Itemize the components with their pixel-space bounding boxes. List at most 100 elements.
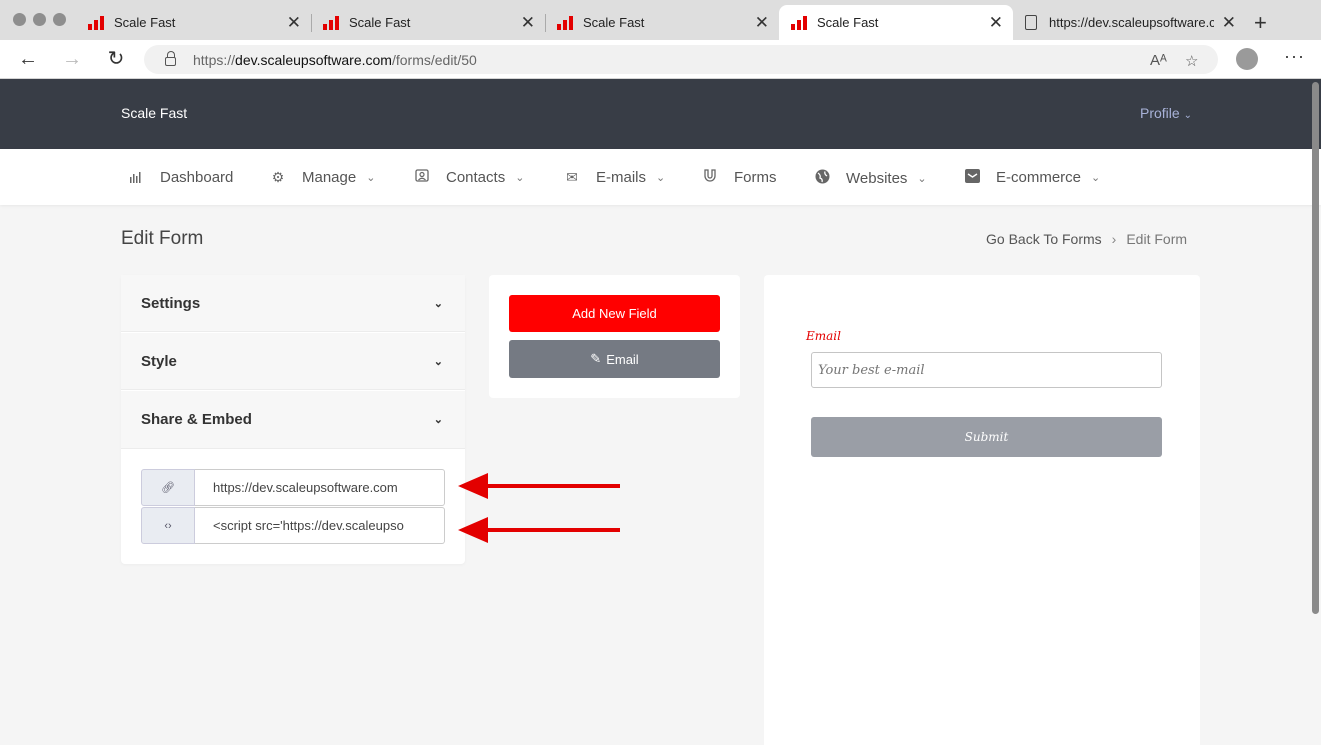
tab-title: Scale Fast — [817, 15, 879, 30]
profile-menu[interactable]: Profile ⌄ — [1140, 105, 1192, 121]
accordion-title: Settings — [141, 294, 201, 312]
nav-label: Forms — [734, 169, 777, 186]
breadcrumb-separator-icon: › — [1111, 231, 1117, 247]
breadcrumb-current: Edit Form — [1126, 231, 1188, 247]
app-header: Scale Fast Profile ⌄ — [0, 79, 1321, 149]
chevron-down-icon: ⌄ — [917, 172, 927, 185]
form-fields-panel: Add New Field ✎ Email — [489, 275, 740, 398]
close-tab-icon[interactable]: ✕ — [521, 13, 535, 33]
annotation-arrow-icon — [458, 473, 620, 499]
browser-tab[interactable]: Scale Fast ✕ — [76, 5, 311, 40]
nav-manage[interactable]: ⚙ Manage ⌄ — [268, 169, 376, 186]
address-toolbar: ← → ↻ https://dev.scaleupsoftware.com/fo… — [0, 40, 1321, 79]
magnet-icon — [700, 169, 720, 186]
profile-avatar[interactable] — [1236, 48, 1258, 70]
url-bar[interactable]: https://dev.scaleupsoftware.com/forms/ed… — [144, 45, 1218, 74]
nav-label: Contacts — [446, 169, 506, 186]
code-icon[interactable]: ‹› — [141, 507, 195, 544]
chevron-down-icon: ⌄ — [433, 355, 443, 368]
chevron-down-icon: ⌄ — [656, 172, 666, 184]
add-new-field-button[interactable]: Add New Field — [509, 295, 720, 332]
tab-title: https://dev.scaleupsoftware.c — [1049, 15, 1214, 30]
close-window-dot[interactable] — [13, 13, 26, 26]
nav-label: E-mails — [596, 169, 647, 186]
browser-tab[interactable]: Scale Fast ✕ — [545, 5, 779, 40]
accordion-style-header[interactable]: Style ⌄ — [121, 333, 465, 390]
close-tab-icon[interactable]: ✕ — [989, 13, 1003, 33]
close-tab-icon[interactable]: ✕ — [755, 13, 769, 33]
link-icon[interactable]: 🔗︎ — [141, 469, 195, 506]
close-tab-icon[interactable]: ✕ — [1222, 13, 1236, 33]
accordion-share-header[interactable]: Share & Embed ⌄ — [121, 391, 465, 449]
pencil-icon: ✎ — [590, 351, 602, 366]
back-arrow-icon[interactable]: ← — [16, 48, 40, 70]
nav-label: E-commerce — [996, 169, 1082, 186]
preview-submit-button[interactable]: Submit — [811, 417, 1162, 457]
nav-contacts[interactable]: Contacts ⌄ — [412, 169, 524, 186]
browser-tab-strip: Scale Fast ✕ Scale Fast ✕ Scale Fast ✕ S… — [0, 0, 1321, 40]
maximize-window-dot[interactable] — [53, 13, 66, 26]
nav-label: Dashboard — [160, 169, 234, 186]
minimize-window-dot[interactable] — [33, 13, 46, 26]
nav-websites[interactable]: Websites ⌄ — [812, 169, 927, 187]
chart-icon — [126, 170, 146, 186]
tab-title: Scale Fast — [583, 15, 645, 30]
forward-arrow-icon[interactable]: → — [60, 48, 84, 70]
accordion-settings-header[interactable]: Settings ⌄ — [121, 275, 465, 332]
scale-fast-favicon-icon — [323, 15, 339, 30]
read-aloud-icon[interactable]: A͏ᴬ — [1150, 52, 1167, 69]
globe-icon — [812, 169, 832, 187]
form-options-accordion: Settings ⌄ Style ⌄ Share & Embed ⌄ 🔗︎ ht… — [121, 275, 465, 564]
share-link-field[interactable]: https://dev.scaleupsoftware.com — [195, 469, 445, 506]
favorites-star-icon[interactable]: ☆ — [1185, 52, 1198, 70]
browser-tab[interactable]: Scale Fast ✕ — [311, 5, 545, 40]
scale-fast-favicon-icon — [557, 15, 573, 30]
page-title: Edit Form — [121, 228, 204, 249]
mail-icon: ✉ — [566, 169, 578, 185]
share-link-group: 🔗︎ https://dev.scaleupsoftware.com — [141, 469, 445, 506]
chevron-down-icon: ⌄ — [515, 172, 525, 184]
browser-tab[interactable]: https://dev.scaleupsoftware.c ✕ — [1013, 5, 1246, 40]
gear-icon: ⚙ — [271, 169, 285, 185]
nav-ecommerce[interactable]: E-commerce ⌄ — [962, 169, 1100, 186]
email-field-button[interactable]: ✎ Email — [509, 340, 720, 378]
more-options-icon[interactable]: ··· — [1284, 46, 1305, 67]
embed-code-field[interactable]: <script src='https://dev.scaleupso — [195, 507, 445, 544]
new-tab-icon[interactable]: + — [1254, 10, 1267, 36]
lock-icon — [165, 51, 176, 66]
nav-label: Manage — [302, 169, 357, 186]
scale-fast-favicon-icon — [791, 15, 807, 30]
chevron-down-icon: ⌄ — [433, 297, 443, 310]
profile-label: Profile — [1140, 105, 1180, 121]
annotation-arrow-icon — [458, 517, 620, 543]
preview-email-input[interactable] — [811, 352, 1162, 388]
chevron-down-icon: ⌄ — [1091, 172, 1101, 184]
tab-title: Scale Fast — [349, 15, 411, 30]
tab-title: Scale Fast — [114, 15, 176, 30]
chevron-down-icon: ⌄ — [1183, 110, 1192, 121]
accordion-title: Share & Embed — [141, 411, 252, 428]
scale-fast-favicon-icon — [88, 15, 104, 30]
browser-tab-active[interactable]: Scale Fast ✕ — [779, 5, 1013, 40]
chevron-down-icon: ⌄ — [366, 172, 376, 184]
reload-icon[interactable]: ↻ — [104, 48, 128, 70]
chevron-down-icon: ⌄ — [433, 414, 443, 426]
nav-dashboard[interactable]: Dashboard — [126, 169, 233, 186]
document-icon — [1025, 15, 1037, 30]
nav-forms[interactable]: Forms — [700, 169, 777, 186]
embed-code-group: ‹› <script src='https://dev.scaleupso — [141, 507, 445, 544]
brand-name[interactable]: Scale Fast — [121, 105, 187, 121]
page-scrollbar[interactable] — [1312, 82, 1319, 614]
preview-email-label: Email — [806, 329, 841, 343]
nav-emails[interactable]: ✉ E-mails ⌄ — [562, 169, 665, 186]
nav-label: Websites — [846, 169, 908, 187]
contact-icon — [412, 169, 432, 186]
breadcrumb: Go Back To Forms › Edit Form — [986, 231, 1187, 247]
close-tab-icon[interactable]: ✕ — [287, 13, 301, 33]
breadcrumb-back-link[interactable]: Go Back To Forms — [986, 231, 1102, 247]
accordion-title: Style — [141, 352, 177, 370]
email-field-label: Email — [606, 351, 639, 367]
url-text: https://dev.scaleupsoftware.com/forms/ed… — [193, 51, 477, 68]
form-preview: Email Submit — [764, 275, 1200, 745]
main-nav: Dashboard ⚙ Manage ⌄ Contacts ⌄ ✉ E-mail… — [0, 149, 1321, 205]
